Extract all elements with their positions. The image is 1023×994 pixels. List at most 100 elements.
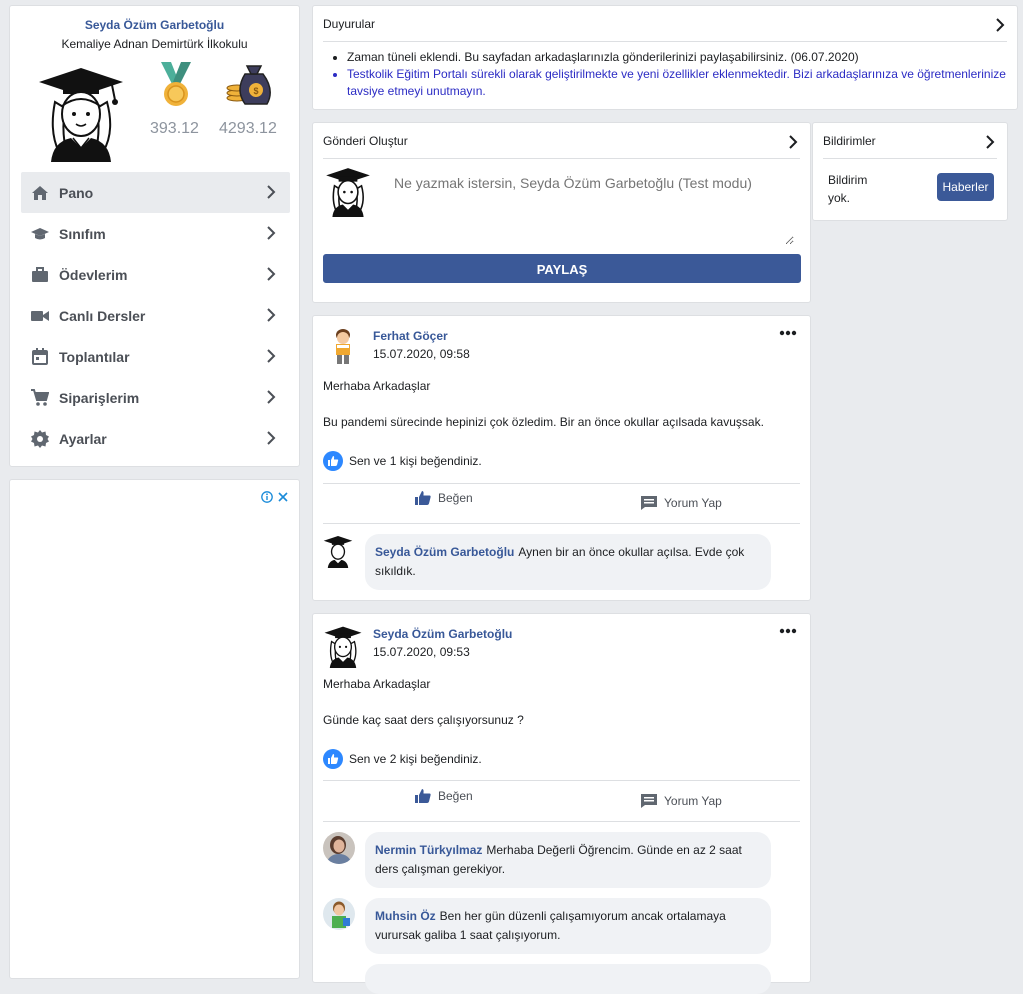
avatar[interactable] [323,534,353,568]
ad-slot [9,479,300,979]
like-button[interactable]: Beğen [414,490,473,506]
comment-bubble: Seyda Özüm Garbetoğlu Aynen bir an önce o… [365,534,771,590]
sidebar-item-siparislerim[interactable]: Siparişlerim [21,377,290,418]
points-stat: 393.12 [150,120,199,137]
comment-author[interactable]: Muhsin Öz [375,909,436,923]
info-icon[interactable] [261,491,273,503]
notifications-card: Bildirimler Bildirim yok. Haberler [812,122,1008,221]
ad-controls [261,491,289,503]
like-button-label: Beğen [438,789,473,803]
sidebar-item-label: Sınıfım [59,225,106,242]
post-author[interactable]: Ferhat Göçer [373,329,448,343]
sidebar-item-label: Canlı Dersler [59,307,146,324]
chevron-right-icon [267,431,276,445]
profile-name[interactable]: Seyda Özüm Garbetoğlu [10,18,299,32]
sidebar-item-odevlerim[interactable]: Ödevlerim [21,254,290,295]
post-date: 15.07.2020, 09:58 [373,347,470,361]
post-author[interactable]: Seyda Özüm Garbetoğlu [373,627,512,641]
create-post-card: Gönderi Oluştur PAYLAŞ [312,122,811,303]
sidebar-item-ayarlar[interactable]: Ayarlar [21,418,290,459]
comment: Muhsin Öz Ben her gün düzenli çalışamıyor… [323,898,783,954]
avatar[interactable] [323,832,355,864]
sidebar-item-label: Pano [59,184,94,201]
divider [323,780,800,781]
chevron-right-icon [267,267,276,281]
like-count-text: Sen ve 2 kişi beğendiniz. [349,752,482,766]
chevron-right-icon [267,390,276,404]
chevron-right-icon[interactable] [788,135,798,149]
comment-author[interactable]: Nermin Türkyılmaz [375,843,482,857]
comment: Seyda Özüm Garbetoğlu Aynen bir an önce o… [323,534,783,590]
avatar [326,168,370,217]
like-summary[interactable]: Sen ve 2 kişi beğendiniz. [323,749,482,769]
comment: Nermin Türkyılmaz Merhaba Değerli Öğrenci… [323,832,783,888]
profile-card: Seyda Özüm Garbetoğlu Kemaliye Adnan Dem… [9,5,300,467]
chevron-right-icon[interactable] [985,135,995,149]
create-post-title: Gönderi Oluştur [323,134,408,148]
gear-icon [31,429,49,448]
post-text: Merhaba Arkadaşlar [323,677,431,691]
announcement-item[interactable]: Testkolik Eğitim Portalı sürekli olarak … [347,66,1017,100]
post-text: Merhaba Arkadaşlar [323,379,431,393]
shopping-cart-icon [31,389,49,407]
thumbs-up-icon [415,491,431,505]
announcement-list: Zaman tüneli eklendi. Bu sayfadan arkada… [331,49,1017,100]
medal-icon [161,62,191,106]
sidebar-item-sinifim[interactable]: Sınıfım [21,213,290,254]
comment-button[interactable]: Yorum Yap [640,495,722,511]
comment-bubble: Nermin Türkyılmaz Merhaba Değerli Öğrenci… [365,832,771,888]
calendar-icon [31,348,49,366]
comment-bubble [365,964,771,994]
like-summary[interactable]: Sen ve 1 kişi beğendiniz. [323,451,482,471]
like-count-text: Sen ve 1 kişi beğendiniz. [349,454,482,468]
profile-school: Kemaliye Adnan Demirtürk İlkokulu [61,37,248,51]
avatar[interactable] [325,326,361,366]
thumbs-up-icon [415,789,431,803]
money-bag-icon: $ [226,65,271,105]
thumbs-up-icon [323,749,343,769]
sidebar-item-label: Ödevlerim [59,266,128,283]
sidebar-item-label: Toplantılar [59,348,130,365]
divider [323,821,800,822]
chevron-right-icon [267,185,276,199]
video-camera-icon [31,307,49,325]
comment-button-label: Yorum Yap [664,794,722,808]
like-button[interactable]: Beğen [414,788,473,804]
comment-button[interactable]: Yorum Yap [640,793,722,809]
post-compose-input[interactable] [390,167,794,245]
avatar[interactable] [37,62,125,162]
share-button[interactable]: PAYLAŞ [323,254,801,283]
avatar[interactable] [323,898,355,930]
comment [323,964,783,994]
notifications-title: Bildirimler [823,134,876,148]
announcement-item: Zaman tüneli eklendi. Bu sayfadan arkada… [347,49,1017,66]
post-card: Ferhat Göçer 15.07.2020, 09:58 Merhaba A… [312,315,811,601]
chevron-right-icon [267,226,276,240]
comment-icon [641,496,657,510]
news-button[interactable]: Haberler [937,173,994,201]
sidebar-item-toplantilar[interactable]: Toplantılar [21,336,290,377]
comment-icon [641,794,657,808]
more-options-icon[interactable] [779,330,797,336]
post-text: Bu pandemi sürecinde hepinizi çok özledi… [323,415,764,429]
comment-author[interactable]: Seyda Özüm Garbetoğlu [375,545,514,559]
sidebar-item-pano[interactable]: Pano [21,172,290,213]
briefcase-icon [31,266,49,284]
divider [323,523,800,524]
comment-button-label: Yorum Yap [664,496,722,510]
more-options-icon[interactable] [779,628,797,634]
sidebar-item-canli-dersler[interactable]: Canlı Dersler [21,295,290,336]
close-icon[interactable] [277,491,289,503]
divider [323,158,800,159]
sidebar-menu: Pano Sınıfım Ödevlerim Canlı Dersler Top… [21,172,290,459]
post-date: 15.07.2020, 09:53 [373,645,470,659]
divider [323,41,1007,42]
chevron-right-icon[interactable] [995,18,1005,32]
avatar[interactable] [323,624,363,668]
divider [323,483,800,484]
sidebar-item-label: Ayarlar [59,430,107,447]
post-card: Seyda Özüm Garbetoğlu 15.07.2020, 09:53 … [312,613,811,994]
sidebar-item-label: Siparişlerim [59,389,140,406]
svg-text:$: $ [253,86,258,96]
divider [823,158,997,159]
